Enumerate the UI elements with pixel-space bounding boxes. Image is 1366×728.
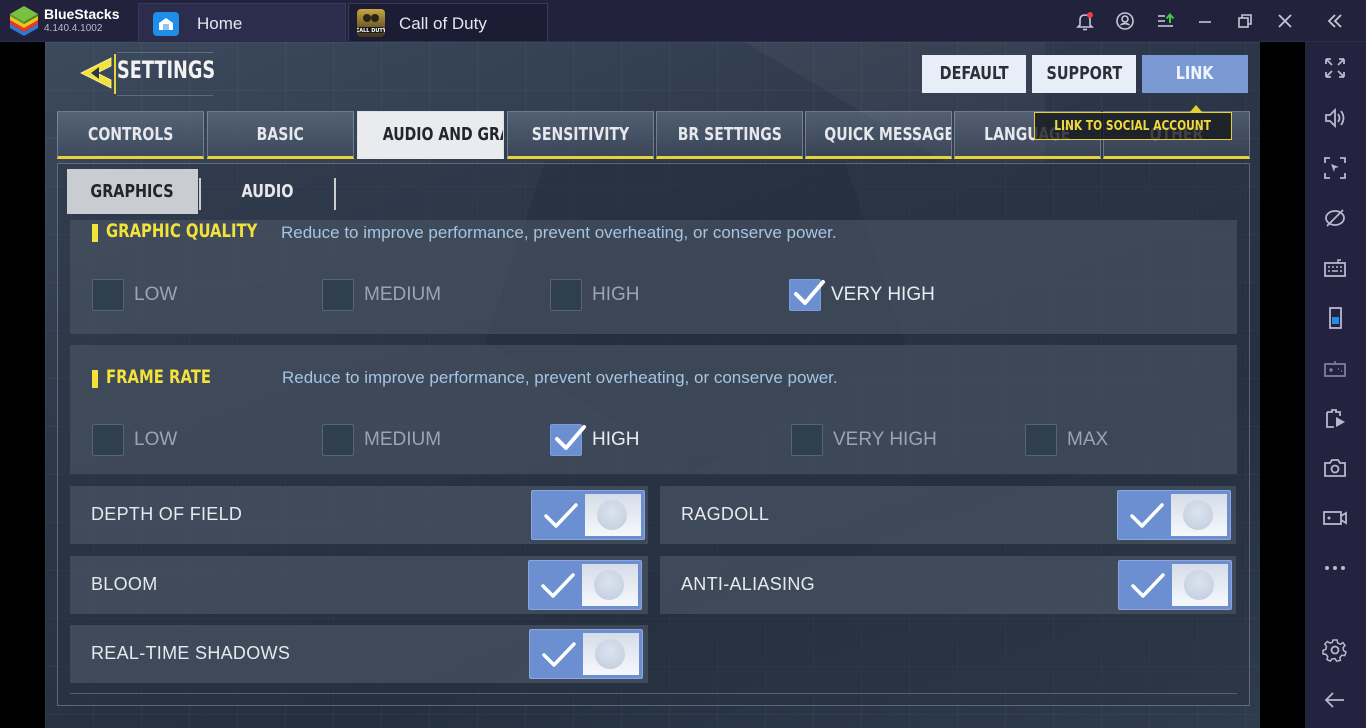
bluestacks-logo-icon [10,6,38,36]
tab-br-settings[interactable]: BR SETTINGS [656,111,803,159]
graphic-quality-title: GRAPHIC QUALITY [106,220,258,242]
restore-icon[interactable] [1234,10,1256,32]
toggle-row-ragdoll: RAGDOLL [660,486,1236,544]
tab-home[interactable]: Home [138,3,346,41]
subtab-graphics[interactable]: GRAPHICS [67,169,198,214]
subtab-audio[interactable]: AUDIO [205,169,329,214]
minimize-icon[interactable] [1194,10,1216,32]
bluestacks-sidebar [1305,42,1366,728]
screen-pointer-icon[interactable] [1322,155,1348,181]
checkbox-checked[interactable] [789,279,825,311]
checkmark-icon [544,503,578,528]
more-icon[interactable] [1322,555,1348,581]
checkbox[interactable] [791,424,823,456]
bloom-toggle[interactable] [528,560,642,610]
back-arrow-icon[interactable] [77,54,115,92]
graphic-quality-section: GRAPHIC QUALITY Reduce to improve perfor… [70,220,1237,334]
checkbox[interactable] [322,279,354,311]
toggle-row-depth-of-field: DEPTH OF FIELD [70,486,648,544]
depth-of-field-toggle[interactable] [531,490,645,540]
checkmark-icon [541,573,575,598]
hide-cursor-icon[interactable] [1322,205,1348,231]
graphic-quality-description: Reduce to improve performance, prevent o… [281,223,837,242]
account-icon[interactable] [1114,10,1136,32]
checkmark-icon [1131,573,1165,598]
notification-bell-icon[interactable] [1074,10,1096,32]
app-name: BlueStacks [44,6,120,22]
real-time-shadows-toggle[interactable] [529,629,643,679]
title-bar: BlueStacks 4.140.4.1002 Home CALL DUTY C… [0,0,1366,42]
settings-gear-icon[interactable] [1322,637,1348,663]
toggle-row-anti-aliasing: ANTI-ALIASING [660,556,1236,614]
frame-rate-description: Reduce to improve performance, prevent o… [282,368,838,387]
support-button[interactable]: SUPPORT [1032,55,1136,93]
tab-call-of-duty-label: Call of Duty [399,14,487,33]
fullscreen-icon[interactable] [1322,55,1348,81]
toggle-knob [597,500,627,530]
toggle-knob [594,570,624,600]
ragdoll-toggle[interactable] [1117,490,1231,540]
link-button[interactable]: LINK [1142,55,1248,93]
tab-sensitivity[interactable]: SENSITIVITY [507,111,654,159]
svg-text:CALL DUTY: CALL DUTY [357,28,385,34]
toggle-row-bloom: BLOOM [70,556,648,614]
checkmark-icon [1130,503,1164,528]
home-icon [153,12,179,36]
install-apk-icon[interactable] [1155,10,1177,32]
back-arrow-icon[interactable] [1322,687,1348,713]
keyboard-controls-icon[interactable] [1322,255,1348,281]
tab-home-label: Home [197,14,243,33]
checkmark-icon [794,280,825,305]
anti-aliasing-toggle[interactable] [1118,560,1232,610]
checkmark-icon [542,642,576,667]
tab-controls[interactable]: CONTROLS [57,111,204,159]
checkbox-checked[interactable] [550,424,586,456]
frame-rate-section: FRAME RATE Reduce to improve performance… [70,345,1237,474]
page-title: SETTINGS [117,56,216,84]
game-viewport: SETTINGS DEFAULT SUPPORT LINK CONTROLS B… [45,42,1260,728]
checkbox[interactable] [92,424,124,456]
checkbox[interactable] [322,424,354,456]
close-icon[interactable] [1274,10,1296,32]
gamepad-icon[interactable] [1322,355,1348,381]
toggle-knob [595,639,625,669]
tab-basic[interactable]: BASIC [207,111,354,159]
default-button[interactable]: DEFAULT [922,55,1026,93]
checkbox[interactable] [550,279,582,311]
tab-call-of-duty[interactable]: CALL DUTY Call of Duty [348,3,548,41]
screenshot-icon[interactable] [1322,455,1348,481]
checkbox[interactable] [1025,424,1057,456]
app-version: 4.140.4.1002 [44,23,103,34]
volume-icon[interactable] [1322,105,1348,131]
checkbox[interactable] [92,279,124,311]
tab-audio-and-graphics[interactable]: AUDIO AND GRAPHICS [357,111,504,159]
call-of-duty-app-icon: CALL DUTY [356,9,387,37]
media-manager-icon[interactable] [1322,405,1348,431]
collapse-sidebar-icon[interactable] [1324,10,1346,32]
checkmark-icon [555,425,586,450]
toggle-row-real-time-shadows: REAL-TIME SHADOWS [70,625,648,683]
tab-quick-message[interactable]: QUICK MESSAGE [805,111,952,159]
link-tooltip: LINK TO SOCIAL ACCOUNT [1034,112,1232,140]
frame-rate-title: FRAME RATE [106,366,212,388]
toggle-knob [1184,570,1214,600]
portrait-mode-icon[interactable] [1322,305,1348,331]
toggle-knob [1183,500,1213,530]
record-video-icon[interactable] [1322,505,1348,531]
